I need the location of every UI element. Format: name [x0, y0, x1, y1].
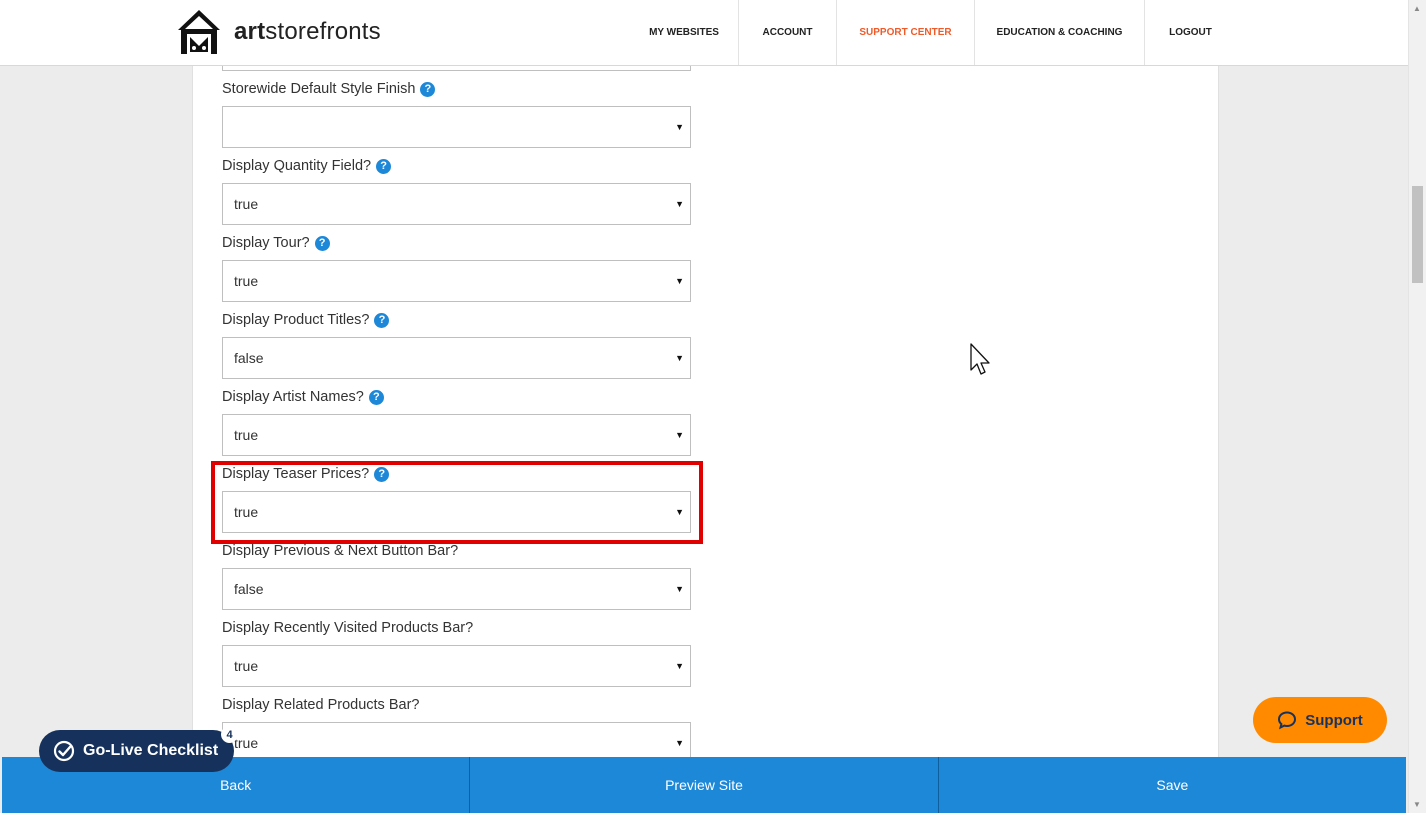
select-style-finish[interactable]: ▼	[222, 106, 691, 148]
top-header: artstorefronts MY WEBSITES ACCOUNT SUPPO…	[0, 0, 1408, 66]
preview-site-button[interactable]: Preview Site	[469, 757, 938, 813]
support-button[interactable]: Support	[1253, 697, 1387, 743]
chat-bubble-icon	[1278, 711, 1297, 730]
field-label-quantity: Display Quantity Field??	[222, 158, 392, 174]
dropdown-arrow-icon: ▼	[675, 276, 684, 286]
help-icon[interactable]: ?	[376, 158, 392, 174]
help-icon[interactable]: ?	[368, 389, 384, 405]
logo-text-rest: storefronts	[265, 18, 381, 45]
dropdown-arrow-icon: ▼	[675, 584, 684, 594]
select-tour[interactable]: true ▼	[222, 260, 691, 302]
dropdown-arrow-icon: ▼	[675, 199, 684, 209]
nav-logout[interactable]: LOGOUT	[1144, 0, 1236, 65]
go-live-count-badge: 4	[221, 726, 238, 743]
field-label-related-products: Display Related Products Bar?	[222, 697, 420, 713]
dropdown-arrow-icon: ▼	[675, 738, 684, 748]
mouse-cursor-icon	[970, 343, 990, 375]
main-nav: MY WEBSITES ACCOUNT SUPPORT CENTER EDUCA…	[630, 0, 1236, 65]
nav-account[interactable]: ACCOUNT	[738, 0, 836, 65]
logo[interactable]: artstorefronts	[174, 8, 381, 56]
select-prev-next-bar[interactable]: false ▼	[222, 568, 691, 610]
field-label-tour: Display Tour??	[222, 235, 330, 251]
select-quantity[interactable]: true ▼	[222, 183, 691, 225]
support-label: Support	[1305, 711, 1363, 729]
help-icon[interactable]: ?	[374, 466, 390, 482]
nav-support-center[interactable]: SUPPORT CENTER	[836, 0, 974, 65]
field-label-recently-visited: Display Recently Visited Products Bar?	[222, 620, 474, 636]
go-live-label: Go-Live Checklist	[83, 742, 219, 759]
dropdown-arrow-icon: ▼	[675, 661, 684, 671]
page-scrollbar[interactable]: ▲ ▼	[1408, 0, 1426, 813]
logo-text-bold: art	[234, 18, 266, 45]
save-button[interactable]: Save	[937, 757, 1406, 813]
scroll-up-arrow-icon[interactable]: ▲	[1413, 4, 1421, 13]
field-label-teaser-prices: Display Teaser Prices??	[222, 466, 390, 482]
dropdown-arrow-icon: ▼	[675, 430, 684, 440]
storefront-logo-icon	[178, 10, 220, 54]
scroll-thumb[interactable]	[1412, 186, 1423, 283]
help-icon[interactable]: ?	[314, 235, 330, 251]
select-recently-visited[interactable]: true ▼	[222, 645, 691, 687]
scroll-down-arrow-icon[interactable]: ▼	[1413, 800, 1421, 809]
select-artist-names[interactable]: true ▼	[222, 414, 691, 456]
field-label-artist-names: Display Artist Names??	[222, 389, 384, 405]
field-label-prev-next-bar: Display Previous & Next Button Bar?	[222, 543, 459, 559]
go-live-checklist-button[interactable]: Go-Live Checklist 4	[39, 726, 238, 772]
field-label-style-finish: Storewide Default Style Finish?	[222, 81, 436, 97]
nav-education-coaching[interactable]: EDUCATION & COACHING	[974, 0, 1144, 65]
dropdown-arrow-icon: ▼	[675, 507, 684, 517]
field-label-product-titles: Display Product Titles??	[222, 312, 390, 328]
select-product-titles[interactable]: false ▼	[222, 337, 691, 379]
check-circle-icon	[53, 740, 75, 762]
select-teaser-prices[interactable]: true ▼	[222, 491, 691, 533]
dropdown-arrow-icon: ▼	[675, 353, 684, 363]
nav-my-websites[interactable]: MY WEBSITES	[630, 0, 738, 65]
help-icon[interactable]: ?	[374, 312, 390, 328]
dropdown-arrow-icon: ▼	[675, 122, 684, 132]
help-icon[interactable]: ?	[420, 81, 436, 97]
